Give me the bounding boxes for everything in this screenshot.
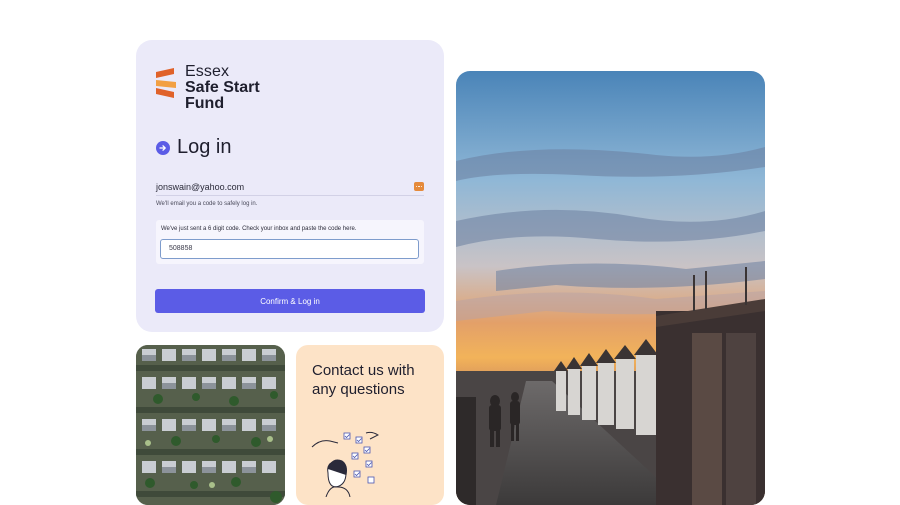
confirm-login-button[interactable]: Confirm & Log in (155, 289, 425, 313)
email-field[interactable]: jonswain@yahoo.com (156, 178, 424, 196)
code-sent-message: We've just sent a 6 digit code. Check yo… (161, 226, 357, 232)
contact-illustration-icon (311, 431, 379, 497)
verification-code-panel: We've just sent a 6 digit code. Check yo… (156, 220, 424, 264)
page-title: Log in (177, 136, 232, 158)
flag-logo-icon (156, 68, 176, 98)
aerial-houses-image (136, 345, 285, 505)
logo-text-line1: Essex (185, 63, 230, 80)
logo-text-line3: Fund (185, 95, 225, 112)
email-value[interactable]: jonswain@yahoo.com (156, 182, 244, 192)
login-card: Essex Safe Start Fund Log in jonswain@ya… (136, 40, 444, 332)
contact-card[interactable]: Contact us with any questions (296, 345, 444, 505)
logo-text-line2: Safe Start (185, 79, 260, 96)
beach-huts-sunset-image (456, 71, 765, 505)
login-heading: Log in (156, 136, 232, 159)
email-helper-text: We'll email you a code to safely log in. (156, 201, 258, 207)
brand-logo: Essex Safe Start Fund (154, 64, 260, 112)
autofill-key-icon[interactable] (414, 182, 424, 191)
arrow-right-icon (156, 140, 170, 155)
contact-heading[interactable]: Contact us with any questions (312, 361, 432, 399)
verification-code-input[interactable]: 508858 (160, 239, 419, 259)
